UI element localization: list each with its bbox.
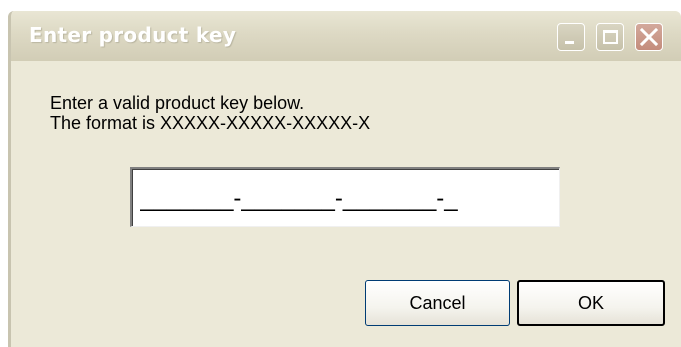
close-icon	[639, 27, 659, 47]
product-key-input[interactable]	[140, 183, 550, 215]
minimize-button[interactable]	[557, 23, 585, 51]
maximize-button[interactable]	[596, 23, 624, 51]
title-bar[interactable]: Enter product key	[11, 11, 681, 61]
cancel-button[interactable]: Cancel	[365, 280, 510, 326]
maximize-icon	[603, 30, 618, 44]
ok-button[interactable]: OK	[517, 280, 665, 326]
product-key-dialog: Enter product key Enter a valid product …	[8, 11, 681, 347]
product-key-field[interactable]	[130, 167, 560, 227]
window-title: Enter product key	[29, 23, 237, 47]
minimize-icon	[565, 41, 574, 44]
close-button[interactable]	[635, 23, 663, 51]
instruction-line-1: Enter a valid product key below.	[50, 93, 305, 113]
instructions: Enter a valid product key below. The for…	[50, 93, 370, 133]
format-hint: The format is XXXXX-XXXXX-XXXXX-X	[50, 113, 371, 133]
